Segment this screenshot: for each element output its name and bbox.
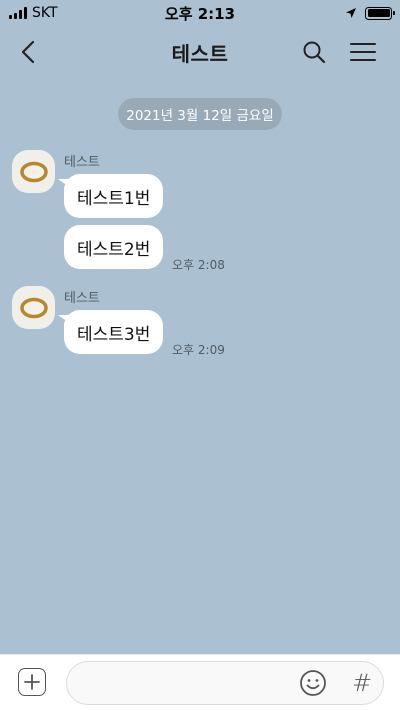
hashtag-button[interactable]: #: [347, 666, 377, 700]
message-time: 오후 2:08: [172, 258, 225, 272]
location-arrow-icon: [346, 8, 356, 18]
battery-icon: [365, 6, 395, 20]
sender-name: 테스트: [64, 291, 100, 306]
emoji-button[interactable]: [299, 669, 327, 697]
menu-icon: [350, 43, 376, 61]
chat-header: 테스트: [0, 26, 400, 78]
hashtag-icon: #: [351, 669, 373, 697]
search-button[interactable]: [292, 26, 336, 78]
plus-icon: [24, 674, 40, 690]
signal-icon: [9, 7, 27, 19]
attach-button[interactable]: [18, 668, 46, 696]
back-icon: [21, 40, 35, 64]
message-bubble[interactable]: 테스트2번: [64, 225, 164, 269]
status-time: 오후 2:13: [164, 4, 236, 23]
status-bar: SKT 오후 2:13: [0, 0, 400, 26]
date-divider: 2021년 3월 12일 금요일: [118, 98, 282, 130]
message-bubble[interactable]: 테스트3번: [57, 310, 164, 354]
menu-button[interactable]: [341, 26, 385, 78]
carrier-label: SKT: [32, 5, 58, 21]
message-time: 오후 2:09: [172, 343, 225, 357]
ring-icon: [19, 161, 48, 182]
message-input[interactable]: [81, 662, 291, 704]
emoji-icon: [300, 670, 326, 696]
message-bubble[interactable]: 테스트1번: [57, 174, 164, 218]
avatar[interactable]: [12, 286, 55, 329]
back-button[interactable]: [6, 26, 50, 78]
sender-name: 테스트: [64, 155, 100, 170]
message-input-container: #: [66, 661, 384, 705]
input-bar: #: [0, 654, 400, 710]
search-icon: [303, 41, 326, 64]
ring-icon: [19, 297, 48, 318]
chat-title: 테스트: [171, 41, 229, 66]
avatar[interactable]: [12, 150, 55, 193]
